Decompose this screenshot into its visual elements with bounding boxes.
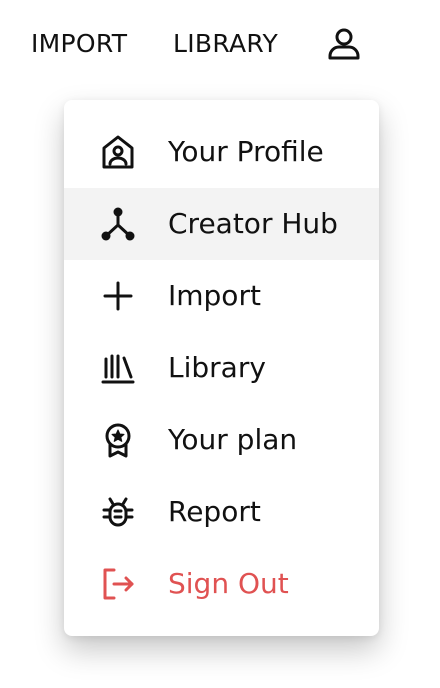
bug-icon xyxy=(100,494,136,530)
profile-icon xyxy=(100,134,136,170)
nav-import-link[interactable]: IMPORT xyxy=(31,26,127,62)
menu-item-label: Import xyxy=(168,279,261,312)
nav-library-link[interactable]: LIBRARY xyxy=(173,26,278,62)
account-dropdown-menu: Your Profile Creator Hub Import Library … xyxy=(64,100,379,636)
menu-item-label: Report xyxy=(168,495,261,528)
library-icon xyxy=(100,350,136,386)
award-badge-icon xyxy=(100,422,136,458)
menu-item-label: Creator Hub xyxy=(168,207,338,240)
menu-item-label: Your plan xyxy=(168,423,298,456)
sign-out-icon xyxy=(100,566,136,602)
menu-item-report[interactable]: Report xyxy=(64,476,379,548)
menu-item-label: Your Profile xyxy=(168,135,324,168)
account-menu-button[interactable] xyxy=(324,24,364,64)
user-icon xyxy=(328,28,360,60)
menu-item-your-plan[interactable]: Your plan xyxy=(64,404,379,476)
menu-item-library[interactable]: Library xyxy=(64,332,379,404)
menu-item-label: Sign Out xyxy=(168,567,289,600)
menu-item-your-profile[interactable]: Your Profile xyxy=(64,116,379,188)
top-navigation: IMPORT LIBRARY xyxy=(0,0,440,90)
menu-item-creator-hub[interactable]: Creator Hub xyxy=(64,188,379,260)
plus-icon xyxy=(100,278,136,314)
menu-item-label: Library xyxy=(168,351,266,384)
menu-item-import[interactable]: Import xyxy=(64,260,379,332)
menu-item-sign-out[interactable]: Sign Out xyxy=(64,548,379,620)
creator-hub-icon xyxy=(100,206,136,242)
